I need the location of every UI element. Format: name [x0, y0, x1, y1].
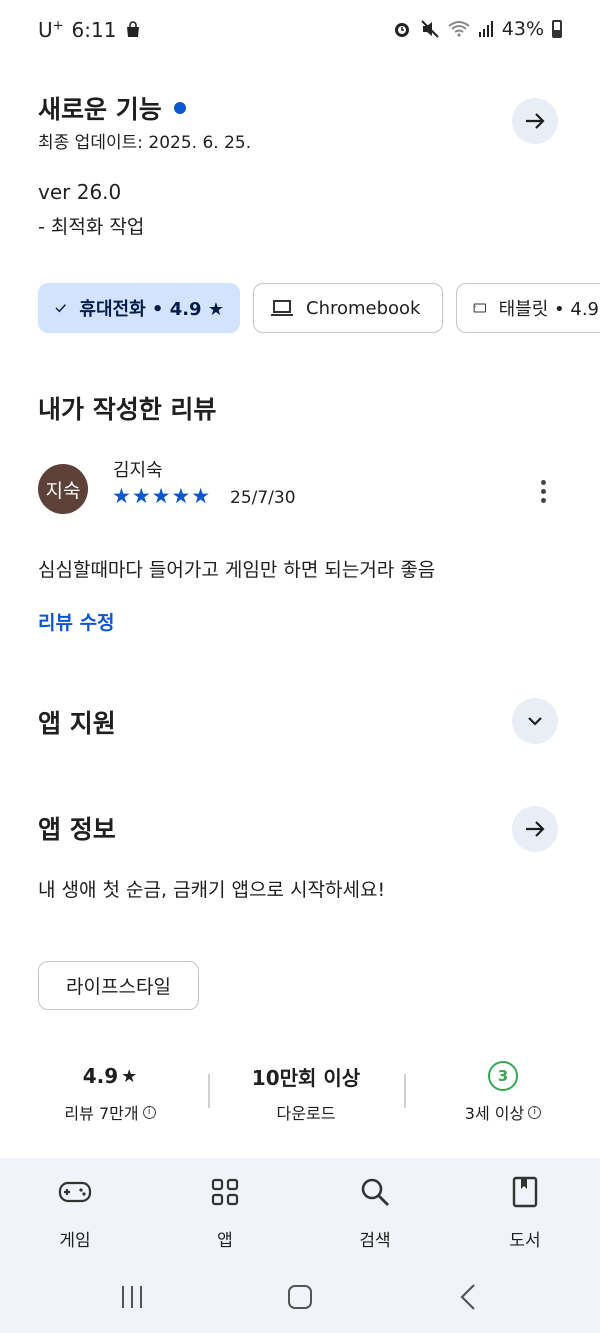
signal-icon	[478, 21, 493, 37]
recents-button[interactable]	[112, 1282, 152, 1312]
whats-new-arrow-button[interactable]	[512, 98, 558, 144]
rating-label-row: 리뷰 7만개 i	[64, 1100, 156, 1124]
laptop-icon	[271, 300, 293, 316]
gamepad-icon	[55, 1172, 95, 1212]
chip-chromebook[interactable]: Chromebook	[253, 283, 443, 333]
info-icon[interactable]: i	[142, 1105, 156, 1119]
stat-downloads: 10만회 이상 다운로드	[221, 1062, 391, 1124]
more-vert-icon	[540, 479, 546, 485]
more-vert-dot	[540, 488, 546, 494]
age-rating-label: 3세 이상	[464, 1104, 525, 1123]
stat-rating: 4.9 ★ 리뷰 7만개 i	[25, 1062, 195, 1124]
app-info-arrow-button[interactable]	[512, 806, 558, 852]
rating-value: 4.9	[82, 1064, 119, 1088]
battery-icon	[552, 20, 562, 38]
star-icon: ★	[121, 1065, 138, 1087]
more-vert-dot	[540, 497, 546, 503]
age-label-row: 3세 이상 i	[464, 1100, 542, 1124]
battery-percent: 43%	[501, 18, 544, 40]
release-note: - 최적화 작업	[38, 216, 145, 238]
downloads-label: 다운로드	[276, 1104, 336, 1123]
home-icon	[288, 1285, 312, 1309]
recents-bar	[140, 1286, 142, 1308]
app-description: 내 생애 첫 순금, 금캐기 앱으로 시작하세요!	[38, 879, 386, 901]
nav-search[interactable]: 검색	[325, 1172, 425, 1251]
category-chip[interactable]: 라이프스타일	[38, 961, 199, 1010]
whats-new-header: 새로운 기능	[38, 90, 186, 126]
status-left: U+ 6:11	[38, 18, 142, 42]
recents-bar	[131, 1286, 133, 1308]
nav-books[interactable]: 도서	[475, 1172, 575, 1251]
review-text: 심심할때마다 들어가고 게임만 하면 되는거라 좋음	[38, 559, 436, 581]
rating-count-label: 리뷰 7만개	[64, 1104, 139, 1123]
nav-books-label: 도서	[509, 1231, 541, 1251]
wifi-icon	[448, 21, 470, 37]
back-icon	[460, 1284, 475, 1310]
rating-value-row: 4.9 ★	[83, 1062, 138, 1090]
alarm-icon	[394, 23, 409, 37]
chevron-down-icon	[528, 717, 542, 726]
app-support-expand-button[interactable]	[512, 698, 558, 744]
app-info-title: 앱 정보	[38, 815, 116, 844]
chip-tablet[interactable]: 태블릿 • 4.9	[456, 283, 600, 333]
reviewer-name: 김지숙	[113, 460, 163, 481]
last-updated: 최종 업데이트: 2025. 6. 25.	[38, 133, 252, 153]
status-right: 43%	[392, 18, 562, 40]
nav-apps[interactable]: 앱	[175, 1172, 275, 1251]
nav-apps-label: 앱	[217, 1231, 233, 1251]
arrow-right-icon	[526, 821, 545, 837]
whats-new-title: 새로운 기능	[38, 95, 162, 124]
chip-phone-label: 휴대전화 • 4.9 ★	[79, 299, 224, 320]
new-indicator-dot	[173, 102, 186, 114]
version-text: ver 26.0	[38, 180, 122, 204]
stat-divider	[208, 1074, 210, 1108]
back-button[interactable]	[455, 1282, 481, 1312]
clock: 6:11	[71, 18, 117, 42]
check-icon	[55, 304, 66, 313]
mute-icon	[421, 20, 439, 38]
info-icon[interactable]: i	[528, 1105, 542, 1119]
arrow-right-icon	[526, 113, 545, 129]
rating-stars: ★★★★★	[112, 484, 212, 508]
stat-age-rating: 3 3세 이상 i	[418, 1061, 588, 1124]
search-icon	[355, 1172, 395, 1212]
book-icon	[505, 1172, 545, 1212]
tablet-icon	[473, 303, 487, 313]
app-support-title: 앱 지원	[38, 709, 116, 738]
recents-icon	[122, 1286, 124, 1308]
nav-games-label: 게임	[59, 1231, 91, 1251]
nav-games[interactable]: 게임	[25, 1172, 125, 1251]
nav-search-label: 검색	[359, 1231, 391, 1251]
chip-chromebook-label: Chromebook	[306, 297, 421, 319]
downloads-value: 10만회 이상	[251, 1065, 361, 1090]
home-button[interactable]	[287, 1282, 313, 1312]
age-rating-badge: 3	[488, 1061, 518, 1091]
age-badge-row: 3	[488, 1061, 518, 1091]
carrier-label: U+	[38, 18, 64, 42]
apps-grid-icon	[205, 1172, 245, 1212]
chip-phone[interactable]: 휴대전화 • 4.9 ★	[38, 283, 240, 333]
avatar: 지숙	[38, 464, 88, 514]
shopping-bag-icon	[127, 21, 140, 37]
review-date: 25/7/30	[230, 488, 296, 508]
status-bar: U+ 6:11 43%	[0, 0, 600, 62]
stat-divider	[404, 1074, 406, 1108]
chip-tablet-label: 태블릿 • 4.9	[498, 299, 599, 320]
edit-review-link[interactable]: 리뷰 수정	[38, 608, 115, 635]
more-options-button[interactable]	[530, 474, 556, 508]
my-review-title: 내가 작성한 리뷰	[38, 395, 217, 424]
